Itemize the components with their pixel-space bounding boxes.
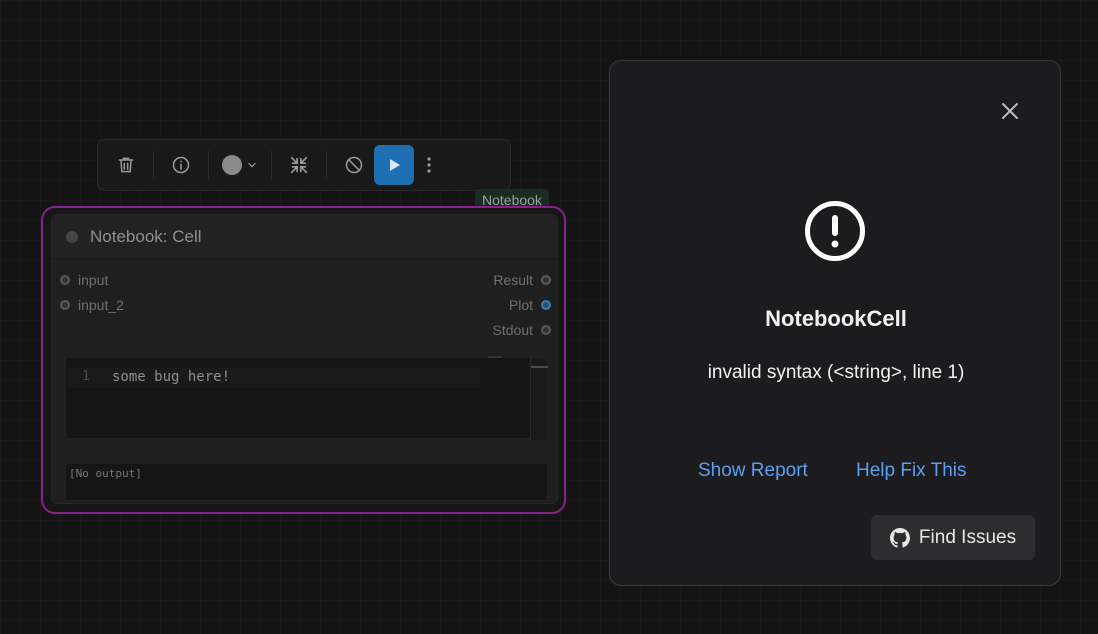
close-button[interactable] xyxy=(998,99,1022,123)
more-vertical-icon xyxy=(427,157,431,173)
toolbar-divider xyxy=(326,151,327,179)
output-slot-label: Stdout xyxy=(492,322,533,338)
color-swatch xyxy=(222,155,242,175)
input-slot-label: input xyxy=(78,272,109,288)
error-dialog: NotebookCell invalid syntax (<string>, l… xyxy=(609,60,1061,586)
collapse-icon xyxy=(290,156,308,174)
editor-scrollbar[interactable] xyxy=(530,358,548,440)
info-button[interactable] xyxy=(161,145,201,185)
cell-output: [No output] xyxy=(65,463,548,501)
output-slot-dot[interactable] xyxy=(541,275,551,285)
find-issues-button[interactable]: Find Issues xyxy=(871,515,1035,560)
node-header[interactable]: Notebook: Cell xyxy=(52,215,557,259)
toolbar-divider xyxy=(153,151,154,179)
error-message: invalid syntax (<string>, line 1) xyxy=(707,362,965,383)
info-icon xyxy=(172,156,190,174)
help-fix-link[interactable]: Help Fix This xyxy=(856,460,967,482)
status-dot xyxy=(66,230,78,243)
input-slot-label: input_2 xyxy=(78,297,124,313)
exclamation-circle-icon xyxy=(805,201,865,261)
trash-icon xyxy=(118,157,134,173)
toolbar-divider xyxy=(208,151,209,179)
node-title: Notebook: Cell xyxy=(90,226,202,246)
close-icon xyxy=(1002,103,1018,119)
more-options-button[interactable] xyxy=(414,145,444,185)
find-issues-label: Find Issues xyxy=(918,526,1017,548)
editor-fold-marker xyxy=(488,356,502,358)
play-icon xyxy=(390,159,400,171)
input-slot[interactable]: input_2 xyxy=(60,297,124,313)
collapse-button[interactable] xyxy=(279,145,319,185)
output-slot-dot[interactable] xyxy=(541,300,551,310)
input-slot-dot[interactable] xyxy=(60,275,70,285)
code-text[interactable]: some bug here! xyxy=(112,369,230,385)
toolbar-divider xyxy=(271,151,272,179)
chevron-down-icon xyxy=(248,162,256,168)
node-body: Notebook: Cell input input_2 Result Plot… xyxy=(51,214,558,504)
input-slot-dot[interactable] xyxy=(60,300,70,310)
code-editor[interactable]: 1 some bug here! xyxy=(65,356,548,440)
input-slot[interactable]: input xyxy=(60,272,108,288)
bypass-icon xyxy=(345,156,363,174)
dialog-title: NotebookCell xyxy=(765,306,907,331)
scrollbar-thumb[interactable] xyxy=(531,366,548,368)
run-button[interactable] xyxy=(374,145,414,185)
output-slot[interactable]: Stdout xyxy=(493,322,551,338)
output-slot-label: Result xyxy=(493,272,533,288)
output-slot-label: Plot xyxy=(508,297,533,313)
show-report-link[interactable]: Show Report xyxy=(698,460,808,482)
github-icon xyxy=(889,527,910,548)
node-toolbar xyxy=(97,139,511,191)
output-slot-dot[interactable] xyxy=(541,325,551,335)
output-slot[interactable]: Result xyxy=(493,272,551,288)
output-slot[interactable]: Plot xyxy=(509,297,551,313)
delete-button[interactable] xyxy=(106,145,146,185)
notebook-cell-node[interactable]: Notebook: Cell input input_2 Result Plot… xyxy=(41,206,566,514)
color-picker-button[interactable] xyxy=(216,145,264,185)
bypass-button[interactable] xyxy=(334,145,374,185)
line-number: 1 xyxy=(82,369,90,384)
